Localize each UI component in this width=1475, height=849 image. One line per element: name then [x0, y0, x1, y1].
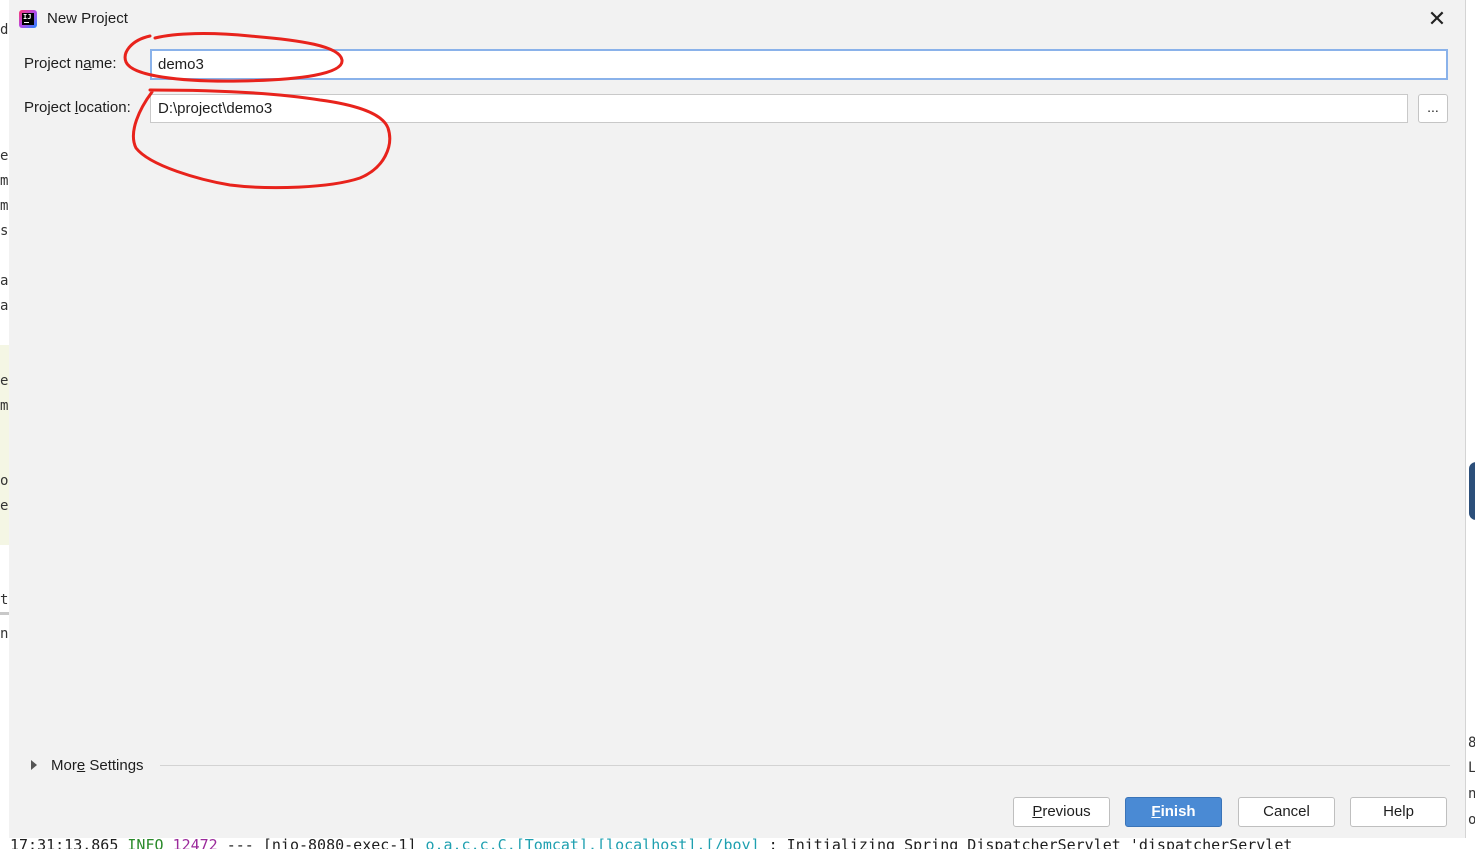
- log-thread: [nio-8080-exec-1]: [262, 838, 417, 849]
- background-text: o: [0, 473, 9, 489]
- label-mnemonic: a: [83, 55, 92, 72]
- more-settings-toggle[interactable]: More Settings: [29, 754, 144, 776]
- button-label: revious: [1042, 803, 1091, 820]
- expand-triangle-icon: [31, 760, 37, 770]
- background-text: 8: [1468, 735, 1475, 751]
- label-text: me:: [91, 55, 117, 72]
- intellij-app-icon: IJ: [19, 10, 37, 28]
- label-text: Project: [24, 99, 75, 116]
- new-project-dialog: IJ New Project ✕ Project name: Project l…: [9, 0, 1466, 838]
- background-text: ex: [0, 373, 9, 389]
- label-text: ocation:: [78, 99, 131, 116]
- log-level: INFO: [127, 838, 164, 849]
- dialog-title: New Project: [47, 10, 128, 27]
- dialog-titlebar: IJ New Project ✕: [9, 0, 1465, 38]
- previous-button[interactable]: Previous: [1013, 797, 1110, 827]
- button-mnemonic: F: [1151, 803, 1161, 820]
- label-mnemonic: e: [76, 756, 86, 774]
- background-text: d: [0, 22, 9, 38]
- background-text: a: [0, 298, 9, 314]
- background-text: ti: [0, 592, 9, 608]
- background-text: a: [0, 273, 9, 289]
- label-text: Project n: [24, 55, 84, 72]
- label-text: Settings: [85, 756, 144, 774]
- log-pid: 12472: [172, 838, 218, 849]
- background-text: m: [0, 198, 9, 214]
- log-time: 17:31:13.865: [10, 838, 119, 849]
- project-name-label: Project name:: [24, 55, 117, 72]
- project-location-input[interactable]: [150, 94, 1408, 123]
- background-text: s: [0, 223, 9, 239]
- background-window-left-edge: d ex m m s a a ex m o e ti nc: [0, 0, 9, 849]
- close-icon[interactable]: ✕: [1424, 6, 1450, 32]
- background-text: m: [0, 173, 9, 189]
- more-settings-separator: [160, 765, 1450, 766]
- background-text: e: [0, 498, 9, 514]
- background-text: Le: [1468, 760, 1475, 776]
- background-console-log-line: 17:31:13.865 INFO 12472 --- [nio-8080-ex…: [0, 838, 1475, 849]
- cancel-button[interactable]: Cancel: [1238, 797, 1335, 827]
- intellij-app-icon-glyph: IJ: [22, 13, 34, 25]
- background-window-right-edge: 8 Le n or: [1466, 0, 1475, 849]
- log-message: : Initializing Spring DispatcherServlet …: [768, 838, 1293, 849]
- log-logger: o.a.c.c.C.[Tomcat].[localhost].[/boy]: [425, 838, 760, 849]
- label-text: Mor: [51, 756, 77, 774]
- background-text: m: [0, 398, 9, 414]
- background-divider: [0, 612, 9, 615]
- background-scroll-thumb: [1469, 462, 1475, 520]
- background-text: or: [1468, 812, 1475, 828]
- browse-location-button[interactable]: ...: [1418, 94, 1448, 123]
- button-mnemonic: P: [1032, 803, 1043, 820]
- background-text: ex: [0, 148, 9, 164]
- background-text: nc: [0, 626, 9, 642]
- finish-button[interactable]: Finish: [1125, 797, 1222, 827]
- background-text: n: [1468, 786, 1475, 802]
- project-name-input[interactable]: [150, 49, 1448, 80]
- log-separator: ---: [226, 838, 254, 849]
- help-button[interactable]: Help: [1350, 797, 1447, 827]
- more-settings-label: More Settings: [51, 757, 144, 774]
- project-location-label: Project location:: [24, 99, 131, 116]
- button-label: inish: [1160, 803, 1196, 820]
